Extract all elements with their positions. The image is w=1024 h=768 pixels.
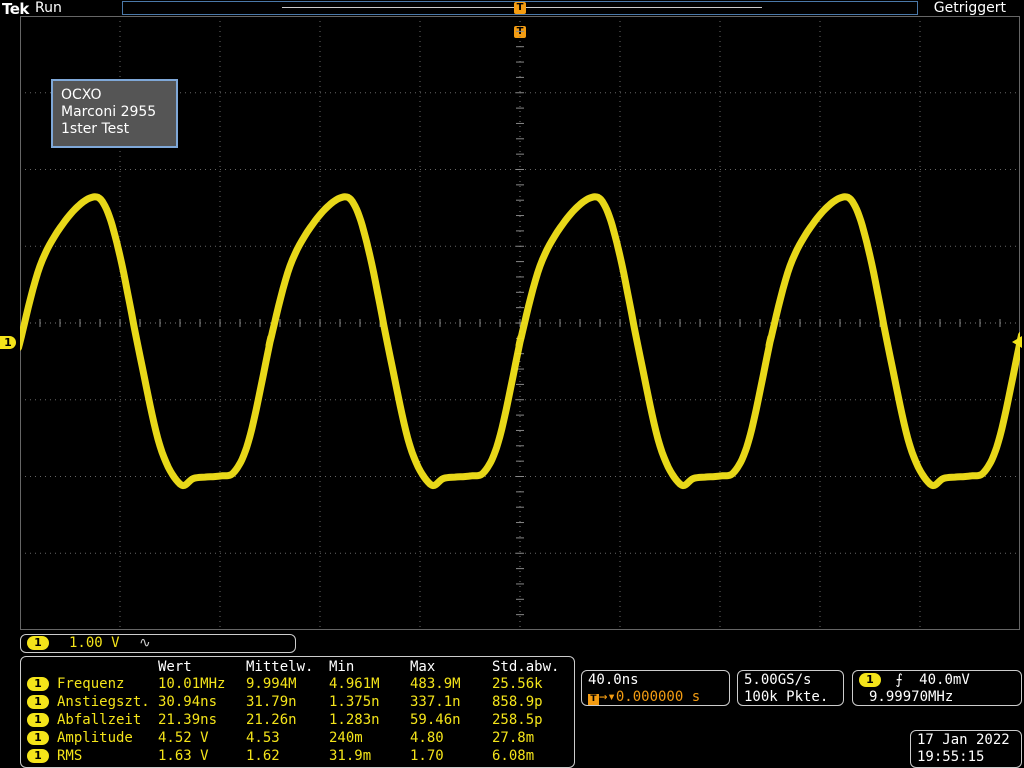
channel-1-scale-readout[interactable]: 1 1.00 V ∿ [20, 634, 296, 653]
meas-max: 483.9M [410, 676, 461, 692]
meas-wert: 10.01MHz [158, 676, 226, 692]
arrow-icon: →▾ [599, 689, 616, 705]
meas-mittel: 4.53 [246, 730, 280, 746]
channel-1-ground-marker[interactable]: 1 [0, 336, 16, 349]
trigger-source-badge: 1 [859, 673, 881, 687]
trigger-readout[interactable]: 1 ⨍ 40.0mV 9.99970MHz [852, 670, 1022, 706]
meas-std: 6.08m [492, 748, 535, 764]
datetime-readout: 17 Jan 2022 19:55:15 [910, 730, 1022, 768]
meas-std: 25.56k [492, 676, 543, 692]
measurement-channel-badge: 1 [27, 713, 49, 727]
meas-max: 4.80 [410, 730, 444, 746]
meas-mittel: 9.994M [246, 676, 297, 692]
trigger-status: Getriggert [933, 0, 1006, 16]
header-mittelwert: Mittelw. [246, 659, 314, 675]
header-min: Min [329, 659, 355, 675]
trigger-position-readout: T →▾0.000000 s [588, 689, 723, 706]
measurement-row[interactable]: 1 Amplitude 4.52 V 4.53 240m 4.80 27.8m [25, 730, 570, 748]
meas-max: 1.70 [410, 748, 444, 764]
horizontal-readout[interactable]: 40.0ns T →▾0.000000 s [581, 670, 730, 706]
date: 17 Jan 2022 [917, 732, 1010, 748]
acquisition-state: Run [35, 0, 62, 16]
record-length: 100k Pkte. [744, 689, 829, 705]
measurement-row[interactable]: 1 Frequenz 10.01MHz 9.994M 4.961M 483.9M 25.56… [25, 676, 570, 694]
annotation-line-2: Marconi 2955 [61, 104, 157, 120]
channel-1-scale: 1.00 V [69, 635, 120, 651]
meas-wert: 1.63 V [158, 748, 209, 764]
meas-min: 240m [329, 730, 363, 746]
annotation-line-1: OCXO [61, 87, 102, 103]
measurement-table[interactable]: Wert Mittelw. Min Max Std.abw. 1 Frequenz… [20, 656, 575, 768]
meas-std: 858.9p [492, 694, 543, 710]
meas-std: 258.5p [492, 712, 543, 728]
meas-std: 27.8m [492, 730, 535, 746]
meas-name: Anstiegszt. [57, 694, 150, 710]
meas-max: 337.1n [410, 694, 461, 710]
meas-max: 59.46n [410, 712, 461, 728]
meas-min: 1.283n [329, 712, 380, 728]
time-per-div: 40.0ns [588, 672, 639, 688]
trigger-frequency: 9.99970MHz [869, 689, 954, 705]
meas-name: Abfallzeit [57, 712, 142, 728]
meas-wert: 21.39ns [158, 712, 218, 728]
trigger-level-marker[interactable] [1012, 336, 1022, 348]
trigger-position-value: 0.000000 s [615, 689, 701, 705]
time: 19:55:15 [917, 749, 985, 765]
measurement-channel-badge: 1 [27, 677, 49, 691]
meas-name: Frequenz [57, 676, 125, 692]
waveform-trace [20, 193, 1020, 490]
measurement-channel-badge: 1 [27, 749, 49, 763]
meas-mittel: 1.62 [246, 748, 280, 764]
meas-name: Amplitude [57, 730, 133, 746]
annotation-line-3: 1ster Test [61, 121, 130, 137]
trigger-position-icon-small: T [588, 694, 599, 705]
meas-min: 31.9m [329, 748, 372, 764]
meas-name: RMS [57, 748, 83, 764]
header-wert: Wert [158, 659, 192, 675]
measurement-row[interactable]: 1 Abfallzeit 21.39ns 21.26n 1.283n 59.46n 258.… [25, 712, 570, 730]
header-std: Std.abw. [492, 659, 560, 675]
meas-mittel: 21.26n [246, 712, 297, 728]
bandwidth-limit-icon: ∿ [139, 635, 151, 651]
meas-wert: 4.52 V [158, 730, 209, 746]
meas-min: 4.961M [329, 676, 380, 692]
rising-edge-icon: ⨍ [895, 672, 903, 688]
acquisition-readout[interactable]: 5.00GS/s 100k Pkte. [737, 670, 844, 706]
channel-1-badge: 1 [27, 636, 49, 650]
measurement-row[interactable]: 1 RMS 1.63 V 1.62 31.9m 1.70 6.08m [25, 748, 570, 766]
trigger-level: 40.0mV [919, 672, 970, 688]
meas-min: 1.375n [329, 694, 380, 710]
measurement-channel-badge: 1 [27, 731, 49, 745]
header-max: Max [410, 659, 436, 675]
measurement-channel-badge: 1 [27, 695, 49, 709]
trigger-position-marker-top[interactable]: T [514, 2, 526, 14]
measurement-row[interactable]: 1 Anstiegszt. 30.94ns 31.79n 1.375n 337.1n 858… [25, 694, 570, 712]
annotation-note[interactable]: OCXO Marconi 2955 1ster Test [51, 79, 178, 148]
sample-rate: 5.00GS/s [744, 672, 812, 688]
meas-mittel: 31.79n [246, 694, 297, 710]
meas-wert: 30.94ns [158, 694, 218, 710]
